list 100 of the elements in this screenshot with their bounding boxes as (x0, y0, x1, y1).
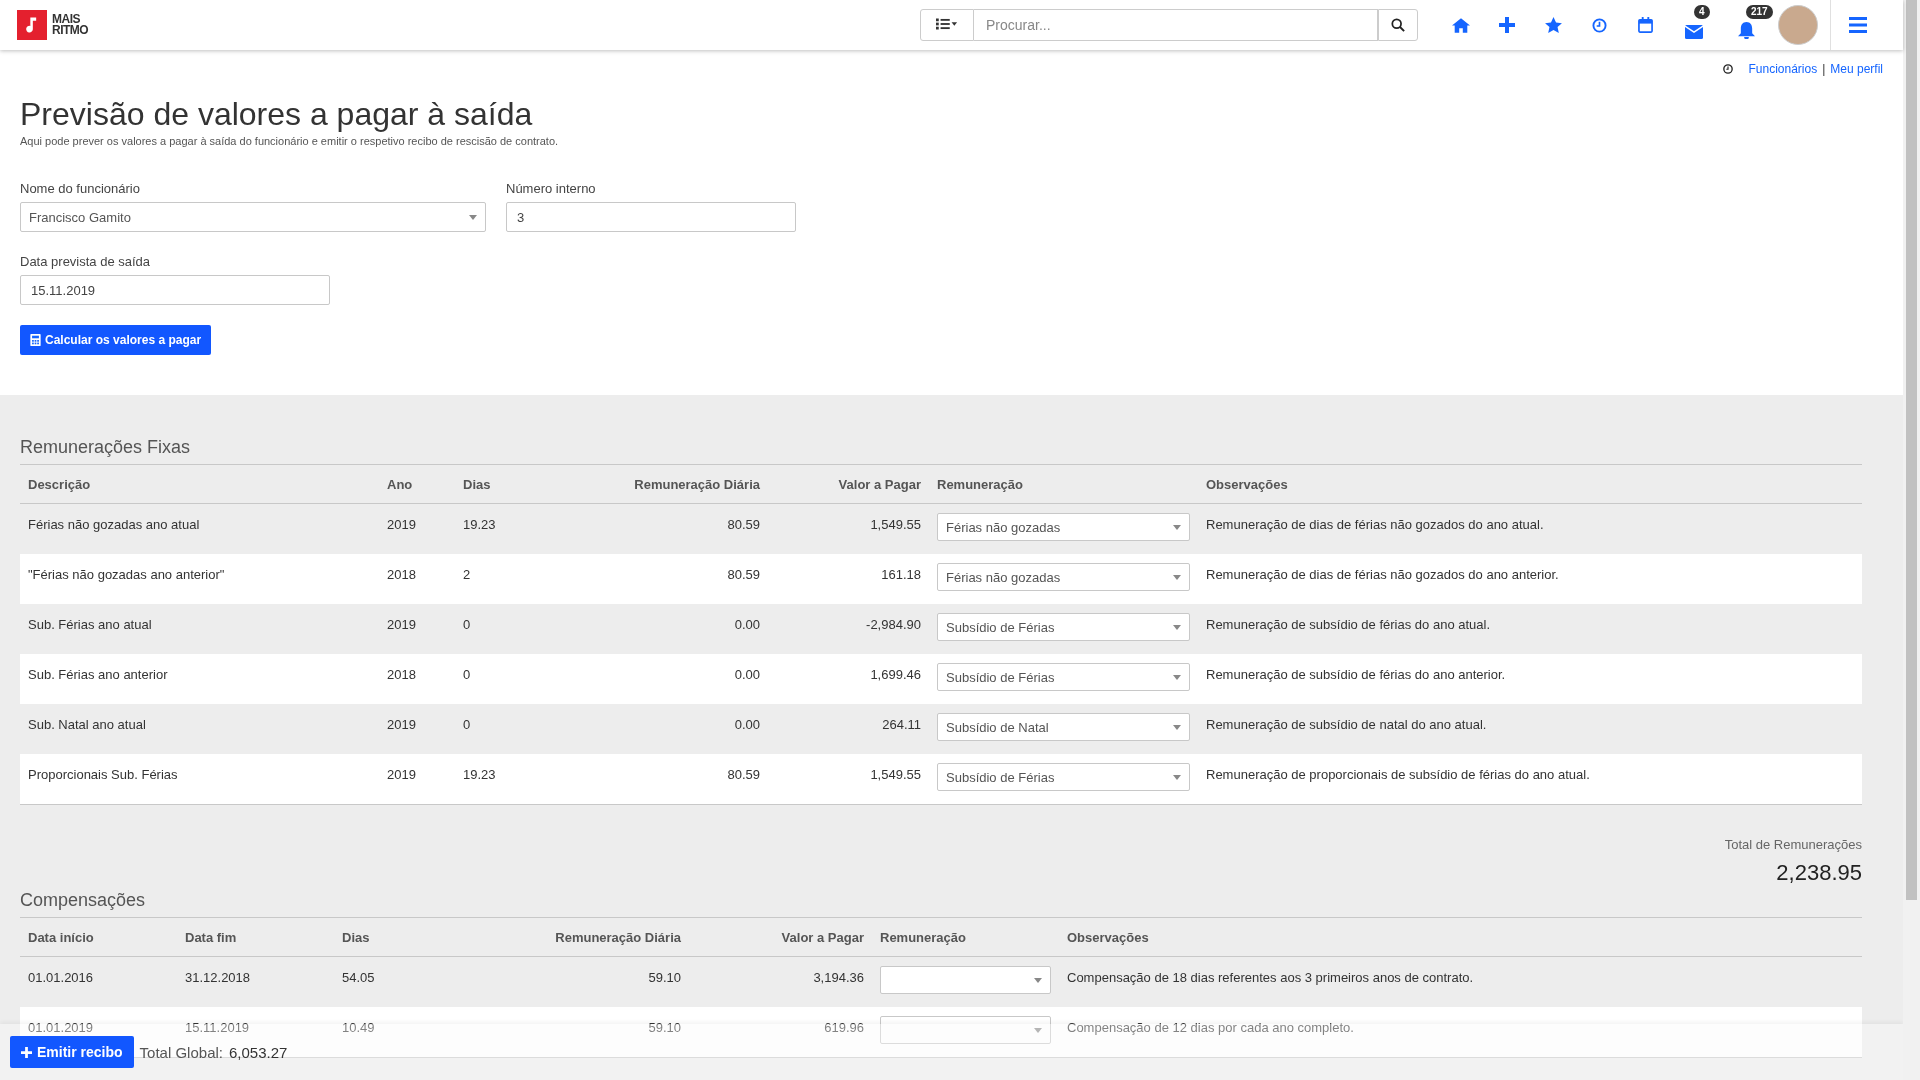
table-cell-text: 2018 (386, 566, 417, 582)
notification-count-badge: 217 (1746, 5, 1773, 19)
column-header: Remuneração Diária (633, 476, 761, 492)
section-heading: Compensações (20, 890, 147, 911)
table-cell-text: 0.00 (733, 666, 761, 682)
table-cell-text: 0 (462, 666, 472, 682)
search-button[interactable] (1378, 9, 1418, 41)
column-header: Ano (386, 476, 414, 492)
calculate-button[interactable]: Calcular os valores a pagar (20, 325, 212, 355)
list-dropdown-button[interactable] (920, 9, 974, 41)
column-header: Data início (27, 929, 95, 945)
table-cell-text: 2019 (386, 516, 417, 532)
notifications-button[interactable]: 217 (1720, 5, 1772, 45)
table-cell-text: 59.10 (647, 1019, 682, 1035)
table-cell-text: 2018 (386, 666, 417, 682)
page-subtitle: Aqui pode prever os valores a pagar à saída do funcionário e emitir o respetivo recibo de rescisão de contrato. (20, 135, 560, 147)
remuneration-select[interactable]: Subsídio de Natal (937, 713, 1190, 741)
employee-select[interactable]: Francisco Gamito (20, 202, 486, 232)
table-cell-text: 1,549.55 (869, 766, 922, 782)
list-icon (936, 17, 958, 30)
table-cell-text: 54.05 (341, 969, 376, 985)
column-header: Remuneração (879, 929, 967, 945)
table-cell-text: 264.11 (881, 716, 922, 732)
breadcrumb-link[interactable]: Meu perfil (1830, 62, 1883, 76)
music-note-logo-icon (17, 10, 47, 40)
table-cell-text: 15.11.2019 (184, 1019, 251, 1035)
table-cell-text: Sub. Férias ano atual (27, 616, 153, 632)
issue-receipt-button[interactable]: Emitir recibo (10, 1036, 134, 1068)
search-icon (1391, 18, 1405, 32)
table-cell-text: 2 (462, 566, 472, 582)
table-cell-text: "Férias não gozadas ano anterior" (27, 566, 226, 582)
calculator-icon (30, 334, 41, 346)
remuneration-select[interactable]: Férias não gozadas (937, 513, 1190, 541)
column-header: Valor a Pagar (780, 929, 865, 945)
column-header: Remuneração Diária (554, 929, 682, 945)
column-header: Data fim (184, 929, 238, 945)
table-cell-text: 161.18 (880, 566, 922, 582)
messages-button[interactable]: 4 (1668, 5, 1720, 45)
table-cell-text: 31.12.2018 (184, 969, 252, 985)
table-cell-text: 80.59 (726, 566, 761, 582)
table-cell-text: Sub. Férias ano anterior (27, 666, 169, 682)
table-cell-text: Remuneração de subsídio de férias do ano atual. (1205, 616, 1492, 632)
total-label: Total de Remunerações (1724, 837, 1862, 852)
column-header: Dias (341, 929, 371, 945)
column-header: Observações (1066, 929, 1150, 945)
table-cell-text: Remuneração de dias de férias não gozados do ano anterior. (1205, 566, 1560, 582)
column-header: Remuneração (936, 476, 1024, 492)
column-header: Descrição (27, 476, 92, 492)
logo-text: RITMO (52, 25, 89, 36)
field-label: Data prevista de saída (20, 254, 152, 269)
total-value: 2,238.95 (1776, 860, 1862, 886)
table-cell-text: 2019 (386, 766, 417, 782)
table-cell-text: 10.49 (341, 1019, 376, 1035)
breadcrumb-separator: | (1822, 62, 1826, 76)
table-cell-text: 01.01.2016 (27, 969, 95, 985)
envelope-icon (1685, 25, 1703, 39)
remuneration-select[interactable]: Férias não gozadas (937, 563, 1190, 591)
section-heading: Remunerações Fixas (20, 437, 192, 458)
page-title: Previsão de valores a pagar à saída (20, 96, 534, 133)
global-total-label: Total Global: (139, 1043, 223, 1061)
table-cell-text: Férias não gozadas ano atual (27, 516, 201, 532)
input-field[interactable]: 15.11.2019 (20, 275, 330, 305)
remuneration-select[interactable]: Subsídio de Férias (937, 613, 1190, 641)
table-cell-text: 01.01.2019 (27, 1019, 95, 1035)
column-header: Dias (462, 476, 492, 492)
table-cell-text: 19.23 (462, 516, 497, 532)
input-field[interactable]: 3 (506, 202, 796, 232)
clock-icon (1723, 64, 1734, 74)
table-cell-text: Remuneração de subsídio de férias do ano anterior. (1205, 666, 1507, 682)
table-cell-text: Remuneração de dias de férias não gozados do ano atual. (1205, 516, 1545, 532)
remuneration-select[interactable]: Subsídio de Férias (937, 663, 1190, 691)
table-cell-text: 19.23 (462, 766, 497, 782)
table-cell-text: 80.59 (726, 516, 761, 532)
table-cell-text: 2019 (386, 716, 417, 732)
table-cell-text: Compensação de 12 dias por cada ano completo. (1066, 1019, 1355, 1035)
table-cell-text: 0.00 (733, 716, 761, 732)
table-cell-text: -2,984.90 (865, 616, 922, 632)
table-cell-text: 0.00 (733, 616, 761, 632)
global-total-value: 6,053.27 (229, 1043, 288, 1061)
table-cell-text: 80.59 (726, 766, 761, 782)
table-cell-text: Proporcionais Sub. Férias (27, 766, 179, 782)
table-cell-text: 0 (462, 616, 472, 632)
column-header: Observações (1205, 476, 1289, 492)
table-cell-text: 0 (462, 716, 472, 732)
table-cell-text: Compensação de 18 dias referentes aos 3 primeiros anos de contrato. (1066, 969, 1475, 985)
field-label: Nome do funcionário (20, 181, 141, 196)
remuneration-select[interactable]: Subsídio de Férias (937, 763, 1190, 791)
breadcrumb-link[interactable]: Funcionários (1748, 62, 1818, 76)
column-header: Valor a Pagar (837, 476, 922, 492)
table-cell-text: Sub. Natal ano atual (27, 716, 147, 732)
table-cell-text: 1,549.55 (869, 516, 922, 532)
logo-text: MAIS (52, 14, 80, 25)
search-field[interactable]: Procurar... (974, 9, 1378, 41)
table-cell-text: 1,699.46 (869, 666, 922, 682)
field-label: Número interno (506, 181, 597, 196)
table-cell-text: 619.96 (823, 1019, 865, 1035)
bell-icon (1737, 22, 1755, 39)
message-count-badge: 4 (1694, 5, 1710, 19)
table-cell-text: Remuneração de subsídio de natal do ano atual. (1205, 716, 1488, 732)
scrollbar[interactable] (1903, 0, 1920, 1080)
